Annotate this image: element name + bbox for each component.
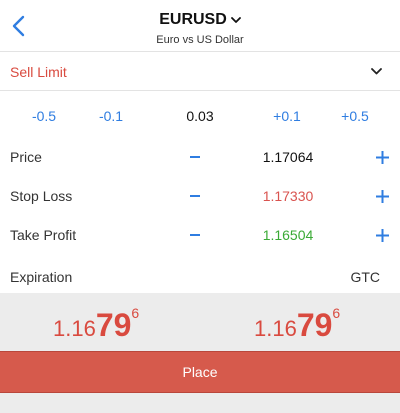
expiration-value: GTC bbox=[350, 269, 380, 285]
stop-loss-increase-button[interactable] bbox=[370, 183, 394, 209]
bottom-bar bbox=[0, 393, 400, 413]
symbol-description: Euro vs US Dollar bbox=[156, 34, 244, 46]
expiration-label: Expiration bbox=[10, 269, 73, 285]
ask-quote-prefix: 1.16 bbox=[254, 316, 297, 341]
place-button[interactable]: Place bbox=[0, 351, 400, 393]
take-profit-increase-button[interactable] bbox=[370, 222, 394, 248]
take-profit-value[interactable]: 1.16504 bbox=[240, 227, 336, 243]
chevron-down-icon bbox=[230, 16, 241, 24]
take-profit-decrease-button[interactable] bbox=[183, 222, 207, 248]
volume-plus-0-5-button[interactable]: +0.5 bbox=[330, 108, 380, 124]
plus-icon bbox=[375, 228, 389, 242]
minus-icon bbox=[190, 156, 200, 158]
stop-loss-value[interactable]: 1.17330 bbox=[240, 188, 336, 204]
ask-quote-pips: 79 bbox=[296, 307, 333, 343]
minus-icon bbox=[190, 234, 200, 236]
take-profit-label: Take Profit bbox=[10, 227, 77, 243]
ask-quote-fraction: 6 bbox=[332, 305, 341, 321]
stop-loss-row: Stop Loss 1.17330 bbox=[0, 181, 400, 211]
take-profit-row: Take Profit 1.16504 bbox=[0, 220, 400, 250]
order-type-selector[interactable]: Sell Limit bbox=[0, 53, 400, 91]
volume-plus-0-1-button[interactable]: +0.1 bbox=[262, 108, 312, 124]
price-label: Price bbox=[10, 149, 42, 165]
expiration-row[interactable]: Expiration GTC bbox=[0, 263, 400, 293]
symbol-selector[interactable]: EURUSD bbox=[0, 11, 400, 29]
bid-quote: 1.16796 bbox=[53, 305, 203, 343]
ask-quote: 1.16796 bbox=[254, 305, 400, 343]
order-type-label: Sell Limit bbox=[10, 64, 67, 80]
volume-stepper: -0.5 -0.1 0.03 +0.1 +0.5 bbox=[0, 104, 400, 130]
plus-icon bbox=[375, 189, 389, 203]
bid-quote-pips: 79 bbox=[95, 307, 132, 343]
volume-minus-0-5-button[interactable]: -0.5 bbox=[19, 108, 69, 124]
plus-icon bbox=[375, 150, 389, 164]
stop-loss-decrease-button[interactable] bbox=[183, 183, 207, 209]
price-row: Price 1.17064 bbox=[0, 142, 400, 172]
price-increase-button[interactable] bbox=[370, 144, 394, 170]
bid-quote-prefix: 1.16 bbox=[53, 316, 96, 341]
volume-minus-0-1-button[interactable]: -0.1 bbox=[86, 108, 136, 124]
volume-value[interactable]: 0.03 bbox=[170, 108, 230, 124]
chevron-down-icon bbox=[371, 68, 382, 75]
price-value[interactable]: 1.17064 bbox=[240, 149, 336, 165]
stop-loss-label: Stop Loss bbox=[10, 188, 73, 204]
bid-quote-fraction: 6 bbox=[131, 305, 140, 321]
quotes-panel: 1.16796 1.16796 bbox=[0, 293, 400, 351]
header: EURUSD Euro vs US Dollar bbox=[0, 0, 400, 52]
symbol-title: EURUSD bbox=[159, 11, 227, 28]
price-decrease-button[interactable] bbox=[183, 144, 207, 170]
minus-icon bbox=[190, 195, 200, 197]
